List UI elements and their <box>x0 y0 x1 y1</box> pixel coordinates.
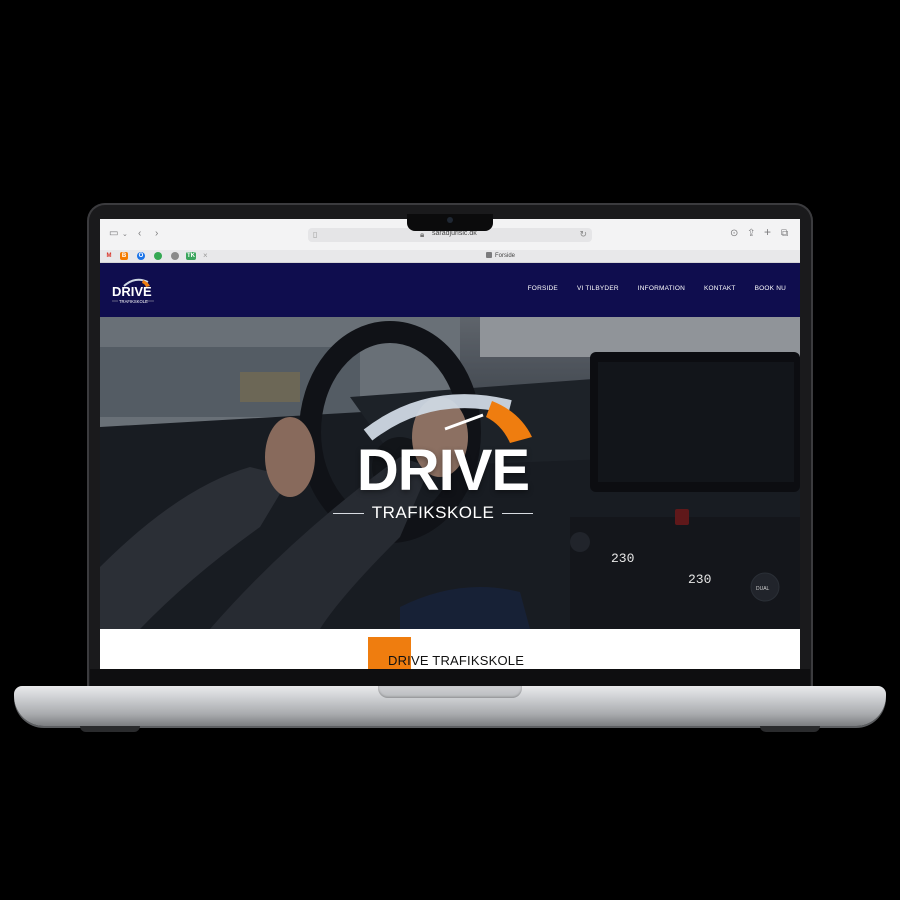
url-text: saradjurisic.dk <box>432 230 477 237</box>
section-heading: DRIVE TRAFIKSKOLE <box>388 653 525 668</box>
back-icon[interactable]: ‹ <box>138 228 141 240</box>
hero-subtitle-row: TRAFIKSKOLE <box>333 503 534 523</box>
chevron-down-icon[interactable]: ⌄ <box>122 229 128 241</box>
main-menu: FORSIDE VI TILBYDER INFORMATION KONTAKT … <box>509 285 786 292</box>
hero-banner: 230 230 DUAL DRIVE TRAFIKSKOLE <box>100 317 800 629</box>
hero-title: DRIVE <box>356 438 530 503</box>
svg-text:DRIVE: DRIVE <box>112 284 152 299</box>
download-icon[interactable]: ⊙ <box>730 228 738 240</box>
divider <box>502 512 534 514</box>
svg-text:TRAFIKSKOLE: TRAFIKSKOLE <box>119 299 148 304</box>
green-app-icon[interactable] <box>154 252 162 260</box>
trackpad-notch <box>378 686 522 698</box>
tab-title: Forside <box>495 253 516 259</box>
camera-icon <box>447 217 453 223</box>
laptop-screen: ▭ ⌄ ‹ › ▯ 🔒︎ saradjurisic.dk ↻ ⊙ ⇪ + ⧉ M… <box>100 219 800 669</box>
tab-bar: M B O TK × Forside <box>100 250 800 263</box>
nav-book-nu[interactable]: BOOK NU <box>755 285 786 292</box>
page-icon: ▯ <box>313 230 318 239</box>
intro-section: DRIVE TRAFIKSKOLE <box>100 629 800 669</box>
nav-vi-tilbyder[interactable]: VI TILBYDER <box>577 285 619 292</box>
temp-display-left: 230 <box>611 551 634 566</box>
outlook-icon[interactable]: O <box>137 252 145 260</box>
new-tab-icon[interactable]: + <box>764 226 771 238</box>
tk-icon[interactable]: TK <box>186 252 196 260</box>
lock-icon: 🔒︎ <box>420 230 425 239</box>
site-header: DRIVE TRAFIKSKOLE FORSIDE VI TILBYDER IN… <box>100 263 800 317</box>
nav-kontakt[interactable]: KONTAKT <box>704 285 736 292</box>
divider <box>333 512 364 514</box>
forward-icon[interactable]: › <box>155 228 158 240</box>
laptop-foot <box>760 726 820 732</box>
nav-information[interactable]: INFORMATION <box>638 285 685 292</box>
gear-icon[interactable] <box>171 252 179 260</box>
reload-icon[interactable]: ↻ <box>579 229 587 240</box>
gmail-icon[interactable]: M <box>105 252 113 260</box>
temp-display-right: 230 <box>688 572 711 587</box>
blogger-icon[interactable]: B <box>120 252 128 260</box>
sidebar-toggle-icon[interactable]: ▭ <box>109 228 118 240</box>
tab-overview-icon[interactable]: ⧉ <box>781 228 788 240</box>
share-icon[interactable]: ⇪ <box>747 228 755 240</box>
dual-label: DUAL <box>756 586 770 592</box>
close-icon[interactable]: × <box>203 251 208 260</box>
nav-forside[interactable]: FORSIDE <box>528 285 558 292</box>
tab-favicon-icon <box>486 252 492 258</box>
active-tab[interactable]: Forside <box>486 252 515 259</box>
laptop-foot <box>80 726 140 732</box>
hero-subtitle: TRAFIKSKOLE <box>371 503 495 522</box>
drive-logo[interactable]: DRIVE TRAFIKSKOLE <box>110 272 160 308</box>
